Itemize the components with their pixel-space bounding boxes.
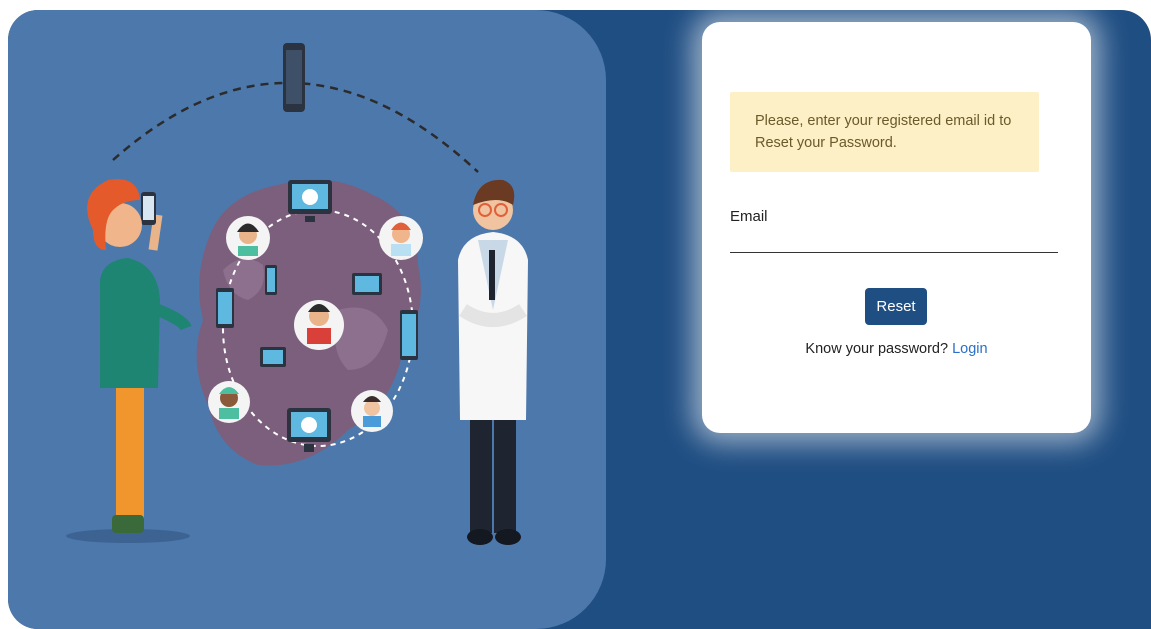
smartphone-icon <box>283 43 305 112</box>
login-link[interactable]: Login <box>952 341 987 357</box>
page-background: Please, enter your registered email id t… <box>8 10 1151 629</box>
email-field[interactable] <box>730 230 1058 253</box>
reset-button[interactable]: Reset <box>865 288 927 325</box>
email-label: Email <box>730 208 768 225</box>
person-with-phone <box>66 179 192 543</box>
hint-text: Know your password? <box>805 341 949 357</box>
doctor <box>458 179 528 545</box>
illustration-graphic <box>66 43 528 545</box>
login-hint: Know your password? Login <box>702 341 1091 357</box>
info-alert: Please, enter your registered email id t… <box>730 92 1039 172</box>
telemedicine-illustration <box>8 10 606 629</box>
reset-password-card: Please, enter your registered email id t… <box>702 22 1091 433</box>
